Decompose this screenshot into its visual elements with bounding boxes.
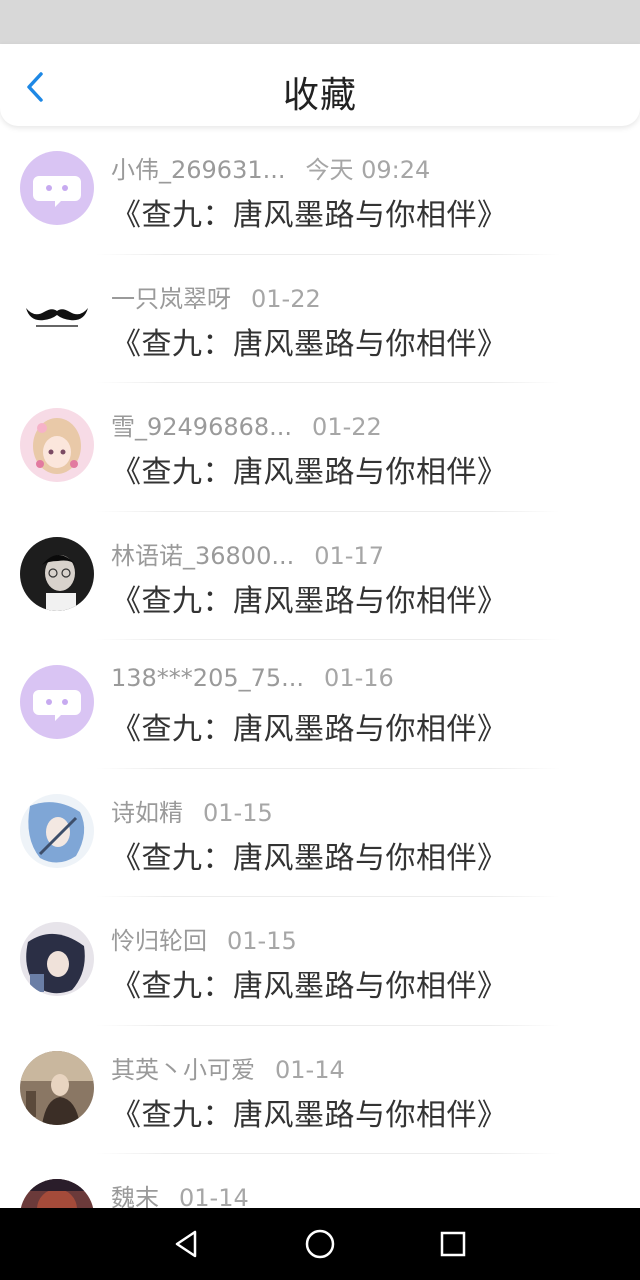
timestamp: 01-15: [227, 927, 297, 955]
user-name[interactable]: 林语诺_36800...: [111, 536, 294, 571]
item-title[interactable]: 《查九：唐风墨路与你相伴》: [111, 319, 508, 363]
nav-recents-button[interactable]: [433, 1224, 473, 1264]
item-title[interactable]: 《查九：唐风墨路与你相伴》: [111, 1090, 508, 1134]
meta-line: 一只岚翠呀 01-22: [111, 279, 321, 314]
list-item[interactable]: 雪_92496868... 01-22 《查九：唐风墨路与你相伴》: [0, 383, 640, 512]
girl-avatar[interactable]: [20, 408, 94, 482]
favorites-list[interactable]: 小伟_269631... 今天 09:24 《查九：唐风墨路与你相伴》 一只岚翠呀…: [0, 126, 640, 1208]
list-item[interactable]: 诗如精 01-15 《查九：唐风墨路与你相伴》: [0, 769, 640, 897]
list-item[interactable]: 怜归轮回 01-15 《查九：唐风墨路与你相伴》: [0, 897, 640, 1026]
item-title[interactable]: 《查九：唐风墨路与你相伴》: [111, 576, 508, 620]
user-name[interactable]: 诗如精: [111, 793, 183, 828]
page-title: 收藏: [282, 75, 357, 116]
header: 收藏: [0, 44, 640, 126]
meta-line: 雪_92496868... 01-22: [111, 407, 382, 442]
user-name[interactable]: 其英丶小可爱: [111, 1050, 255, 1085]
nav-back-button[interactable]: [167, 1224, 207, 1264]
meta-line: 其英丶小可爱 01-14: [111, 1050, 345, 1085]
timestamp: 01-22: [251, 284, 321, 313]
meta-line: 林语诺_36800... 01-17: [111, 536, 384, 571]
user-name[interactable]: 雪_92496868...: [111, 407, 292, 442]
anime-dark-avatar[interactable]: [20, 922, 94, 996]
meta-line: 138***205_75... 01-16: [111, 664, 394, 696]
meta-line: 诗如精 01-15: [111, 793, 273, 828]
bubble-avatar[interactable]: [20, 665, 94, 739]
triangle-back-icon: [175, 1230, 196, 1258]
system-nav-bar: [0, 1208, 640, 1280]
timestamp: 01-15: [203, 798, 273, 827]
item-title[interactable]: 《查九：唐风墨路与你相伴》: [111, 833, 508, 877]
meta-line: 魏末 01-14: [111, 1178, 249, 1208]
list-item[interactable]: 一只岚翠呀 01-22 《查九：唐风墨路与你相伴》: [0, 255, 640, 383]
item-title[interactable]: 《查九：唐风墨路与你相伴》: [111, 704, 508, 748]
item-title[interactable]: 《查九：唐风墨路与你相伴》: [111, 447, 508, 491]
item-title[interactable]: 《查九：唐风墨路与你相伴》: [111, 961, 508, 1005]
user-name[interactable]: 魏末: [111, 1178, 159, 1208]
list-item[interactable]: 林语诺_36800... 01-17 《查九：唐风墨路与你相伴》: [0, 512, 640, 640]
nav-home-button[interactable]: [300, 1224, 340, 1264]
photo-dark-avatar[interactable]: [20, 1179, 94, 1208]
user-name[interactable]: 138***205_75...: [111, 664, 304, 692]
timestamp: 01-14: [179, 1184, 249, 1208]
boy-photo-avatar[interactable]: [20, 536, 94, 611]
timestamp: 01-14: [275, 1055, 345, 1084]
square-recents-icon: [441, 1231, 466, 1257]
item-title[interactable]: 《查九：唐风墨路与你相伴》: [111, 190, 508, 234]
list-item[interactable]: 魏末 01-14: [0, 1154, 640, 1208]
user-name[interactable]: 怜归轮回: [111, 921, 207, 956]
bubble-avatar[interactable]: [20, 151, 94, 225]
list-item[interactable]: 138***205_75... 01-16 《查九：唐风墨路与你相伴》: [0, 640, 640, 769]
meta-line: 怜归轮回 01-15: [111, 921, 297, 956]
user-name[interactable]: 一只岚翠呀: [111, 279, 231, 314]
timestamp: 01-22: [312, 413, 382, 441]
timestamp: 01-16: [324, 664, 394, 692]
status-bar: [0, 0, 640, 44]
list-item[interactable]: 其英丶小可爱 01-14 《查九：唐风墨路与你相伴》: [0, 1026, 640, 1154]
circle-home-icon: [305, 1229, 335, 1259]
user-name[interactable]: 小伟_269631...: [111, 150, 286, 185]
photo-avatar[interactable]: [20, 1050, 94, 1125]
meta-line: 小伟_269631... 今天 09:24: [111, 150, 431, 185]
list-item[interactable]: 小伟_269631... 今天 09:24 《查九：唐风墨路与你相伴》: [0, 126, 640, 255]
timestamp: 今天 09:24: [305, 156, 431, 184]
timestamp: 01-17: [314, 541, 384, 570]
anime-blue-avatar[interactable]: [20, 793, 94, 868]
mustache-avatar[interactable]: [20, 279, 94, 354]
